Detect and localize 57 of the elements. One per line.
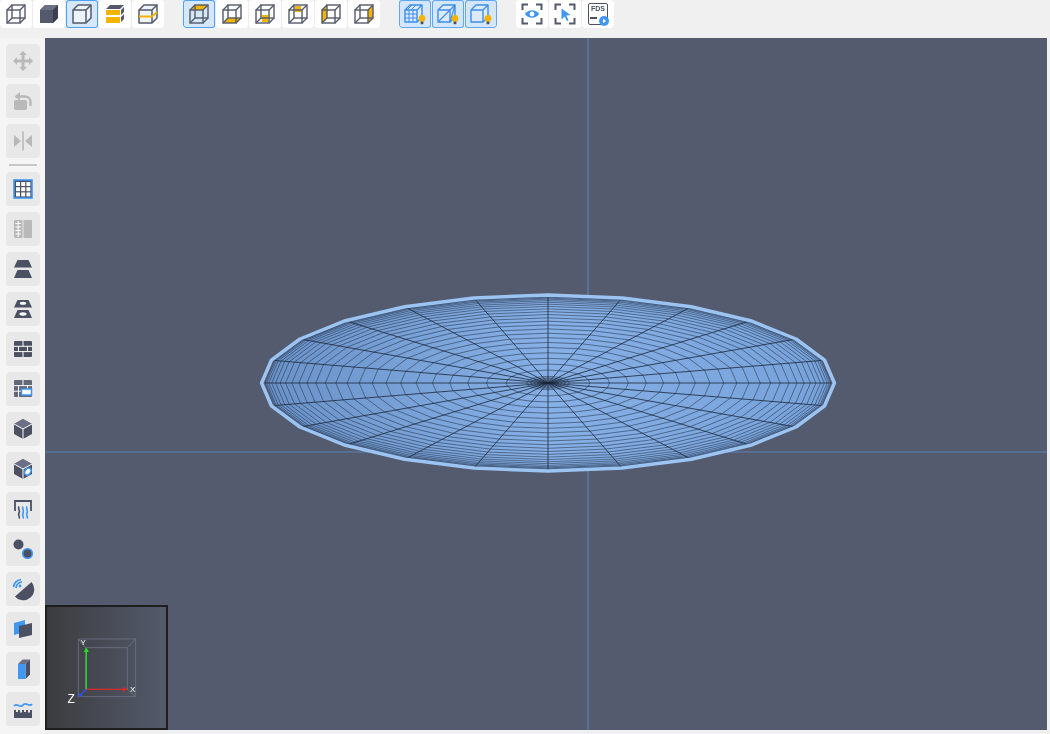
toolbar-button[interactable] [132, 0, 164, 28]
tool-button[interactable] [5, 492, 40, 526]
toolbar-button[interactable] [249, 0, 281, 28]
tool-button[interactable] [5, 692, 40, 726]
eye-icon [520, 2, 544, 26]
tool-button[interactable] [5, 652, 40, 686]
y-axis-arrow [83, 647, 89, 690]
toolbar-button[interactable] [66, 0, 98, 28]
wireframe-cube-drawing [77, 638, 137, 698]
wireframe-cube-icon [4, 2, 28, 26]
cube-front-face-icon [253, 2, 277, 26]
solid-cube-icon [37, 2, 61, 26]
toolbar-button[interactable] [315, 0, 347, 28]
tool-button[interactable] [5, 332, 40, 366]
layered-cube-icon [103, 2, 127, 26]
tool-button[interactable] [5, 172, 40, 206]
tool-button[interactable] [5, 252, 40, 286]
toolbar-button[interactable] [33, 0, 65, 28]
toolbar-button[interactable] [216, 0, 248, 28]
section-cube-icon [136, 2, 160, 26]
cursor-select-icon [553, 2, 577, 26]
tool-button[interactable] [5, 412, 40, 446]
toolbar-toggle[interactable] [399, 0, 431, 28]
axis-label: Y [80, 638, 86, 647]
cube-bottom-face-icon [220, 2, 244, 26]
cube-left-face-icon [319, 2, 343, 26]
3d-viewport[interactable]: Y X Z [45, 38, 1047, 730]
toolbar-button[interactable] [348, 0, 380, 28]
toolbar-button[interactable] [516, 0, 548, 28]
tool-button[interactable] [5, 572, 40, 606]
tool-button[interactable] [5, 612, 40, 646]
cube-diagonal-bulb-icon [436, 2, 460, 26]
two-circles-icon [10, 537, 35, 561]
tool-button[interactable] [5, 532, 40, 566]
toolbar-button[interactable] [0, 0, 32, 28]
grid-icon [10, 177, 35, 201]
tool-button[interactable] [5, 292, 40, 326]
outline-cube-icon [70, 2, 94, 26]
cube-back-face-icon [286, 2, 310, 26]
axis-label: X [130, 685, 136, 694]
toolbar-button[interactable] [549, 0, 581, 28]
z-axis-arrow [78, 688, 87, 697]
grid-cube-bulb-icon [403, 2, 427, 26]
toolbar-toggle[interactable] [465, 0, 497, 28]
cube-bulb-icon [469, 2, 493, 26]
toolbar-button[interactable] [99, 0, 131, 28]
x-axis-arrow [85, 686, 128, 692]
toolbar-toggle[interactable] [432, 0, 464, 28]
dish-signal-icon [10, 577, 35, 601]
toolbar-button[interactable] [183, 0, 215, 28]
axis-label: Z [67, 692, 75, 706]
cube-right-face-icon [352, 2, 376, 26]
tool-button[interactable] [5, 452, 40, 486]
toolbar-button[interactable] [282, 0, 314, 28]
play-icon [599, 16, 609, 26]
cube-top-face-icon [187, 2, 211, 26]
tool-button[interactable] [5, 372, 40, 406]
